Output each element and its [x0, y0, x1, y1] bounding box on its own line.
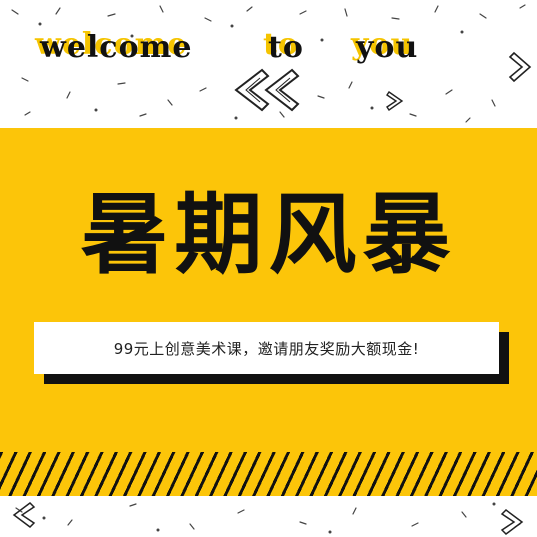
welcome-word: welcome — [40, 30, 193, 65]
diagonal-stripes — [0, 452, 537, 496]
welcome-banner: welcome to you — [0, 30, 537, 70]
page-title: 暑期风暴 — [80, 183, 457, 286]
subtitle-text: 99元上创意美术课，邀请朋友奖励大额现金! — [113, 339, 420, 358]
chevron-left-icon — [12, 502, 36, 528]
chevron-right-icon — [508, 51, 532, 83]
chevron-right-icon — [500, 509, 524, 535]
chevron-right-small-icon — [386, 91, 404, 111]
subtitle-box: 99元上创意美术课，邀请朋友奖励大额现金! — [34, 322, 499, 374]
double-chevron-left-icon — [234, 68, 300, 112]
to-word: to — [268, 30, 304, 65]
you-word: you — [356, 30, 419, 65]
